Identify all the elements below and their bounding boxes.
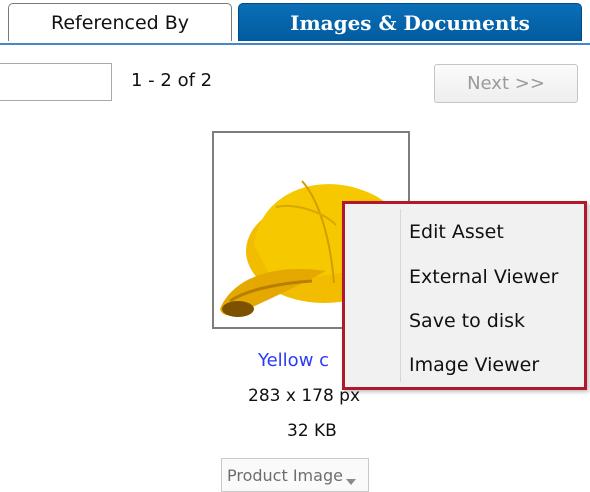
asset-type-value: Product Image [227,465,343,485]
page-input[interactable] [0,63,112,101]
asset-size: 32 KB [287,421,337,441]
tab-images-documents-label: Images & Documents [290,10,530,35]
menu-item-edit-asset[interactable]: Edit Asset [409,216,579,248]
chevron-down-icon [346,471,356,490]
context-menu: Edit Asset External Viewer Save to disk … [342,201,587,390]
menu-item-save-to-disk[interactable]: Save to disk [409,305,579,337]
tab-referenced-by[interactable]: Referenced By [8,3,232,41]
tab-images-documents[interactable]: Images & Documents [238,3,582,41]
next-button-label: Next >> [467,73,545,94]
menu-item-image-viewer[interactable]: Image Viewer [409,349,579,381]
menu-item-external-viewer[interactable]: External Viewer [409,261,579,293]
menu-gutter [400,209,401,382]
asset-name-link[interactable]: Yellow c [258,350,329,371]
tab-bar: Referenced By Images & Documents [0,0,590,45]
tab-referenced-by-label: Referenced By [50,11,190,34]
tab-divider [0,43,590,45]
asset-type-select[interactable]: Product Image [221,458,369,492]
next-button[interactable]: Next >> [434,64,578,103]
page-count: 1 - 2 of 2 [131,70,213,91]
